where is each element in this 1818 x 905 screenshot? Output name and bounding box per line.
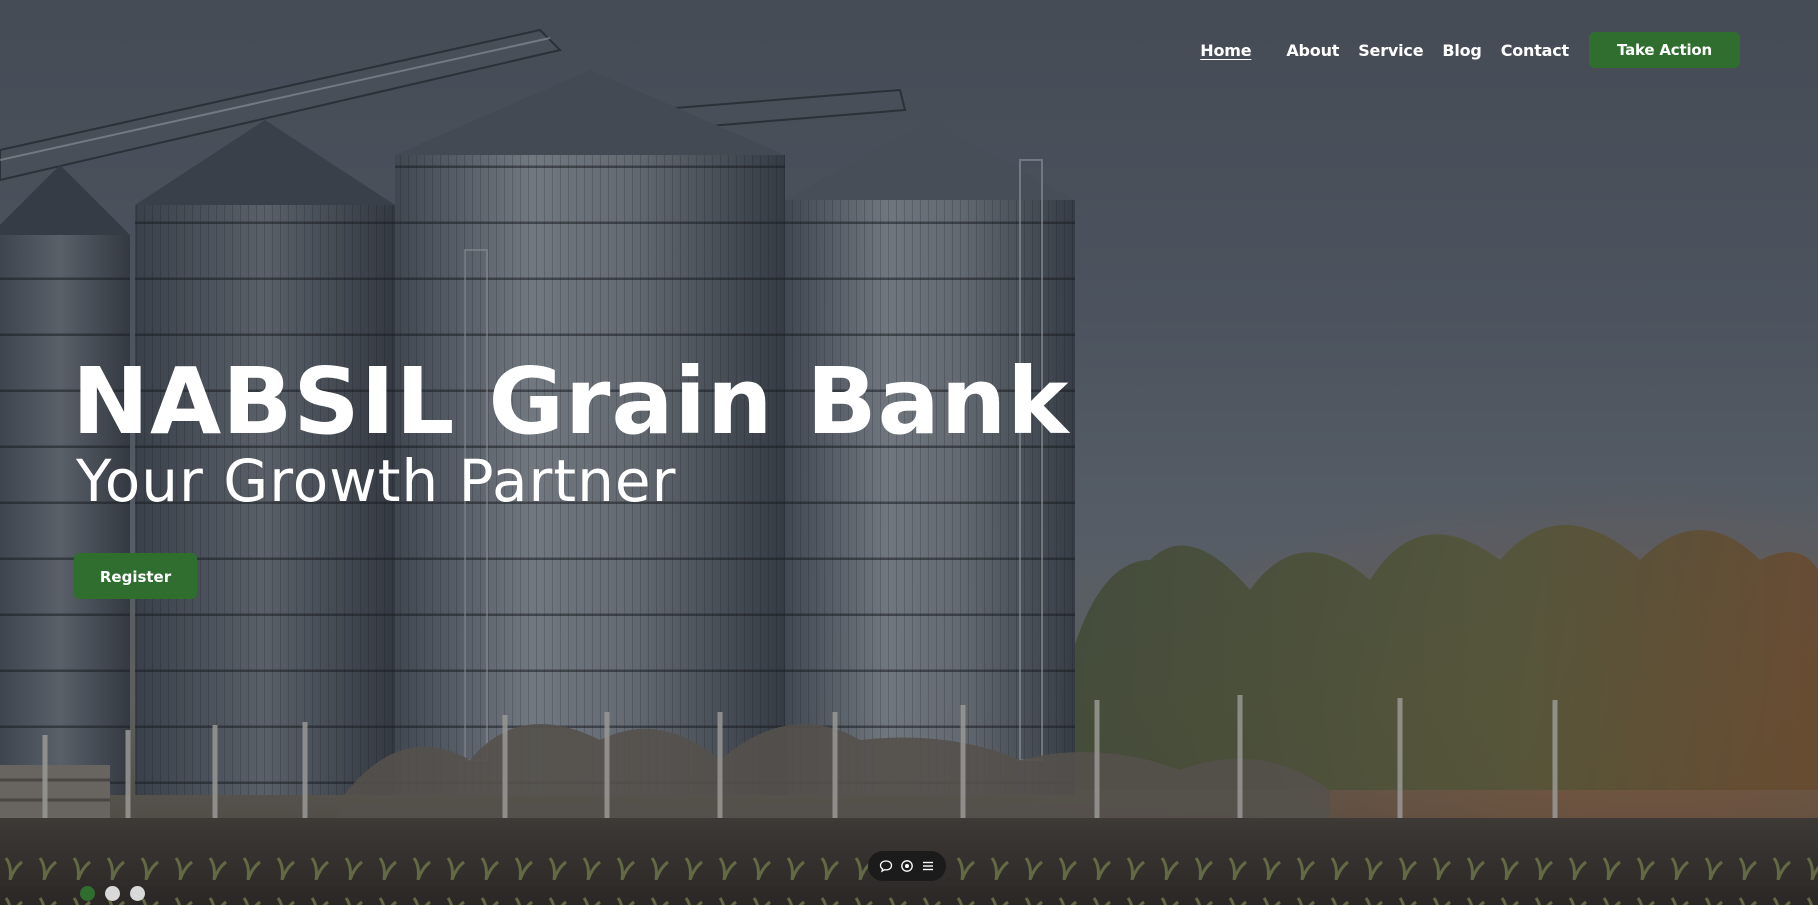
slider-dot-1[interactable] <box>80 886 95 901</box>
menu-icon[interactable] <box>919 857 937 875</box>
nav-link-about[interactable]: About <box>1286 41 1339 60</box>
slider-dot-3[interactable] <box>130 886 145 901</box>
chat-bubble-icon[interactable] <box>877 857 895 875</box>
slider-dot-2[interactable] <box>105 886 120 901</box>
nav-link-home[interactable]: Home <box>1200 41 1251 60</box>
nav-link-blog[interactable]: Blog <box>1442 41 1482 60</box>
hero-subtitle: Your Growth Partner <box>76 447 677 515</box>
main-nav: Home About Service Blog Contact Take Act… <box>1181 32 1740 68</box>
eye-icon[interactable] <box>898 857 916 875</box>
hero-title: NABSIL Grain Bank <box>72 348 1070 455</box>
hero-headline: NABSIL Grain Bank Your Growth Partner <box>72 352 1069 516</box>
hero-section: Home About Service Blog Contact Take Act… <box>0 0 1818 905</box>
take-action-button[interactable]: Take Action <box>1589 32 1740 68</box>
nav-link-service[interactable]: Service <box>1358 41 1423 60</box>
nav-link-contact[interactable]: Contact <box>1501 41 1570 60</box>
floating-toolbar <box>868 851 946 881</box>
register-button[interactable]: Register <box>74 553 197 599</box>
slider-dots <box>80 886 155 901</box>
